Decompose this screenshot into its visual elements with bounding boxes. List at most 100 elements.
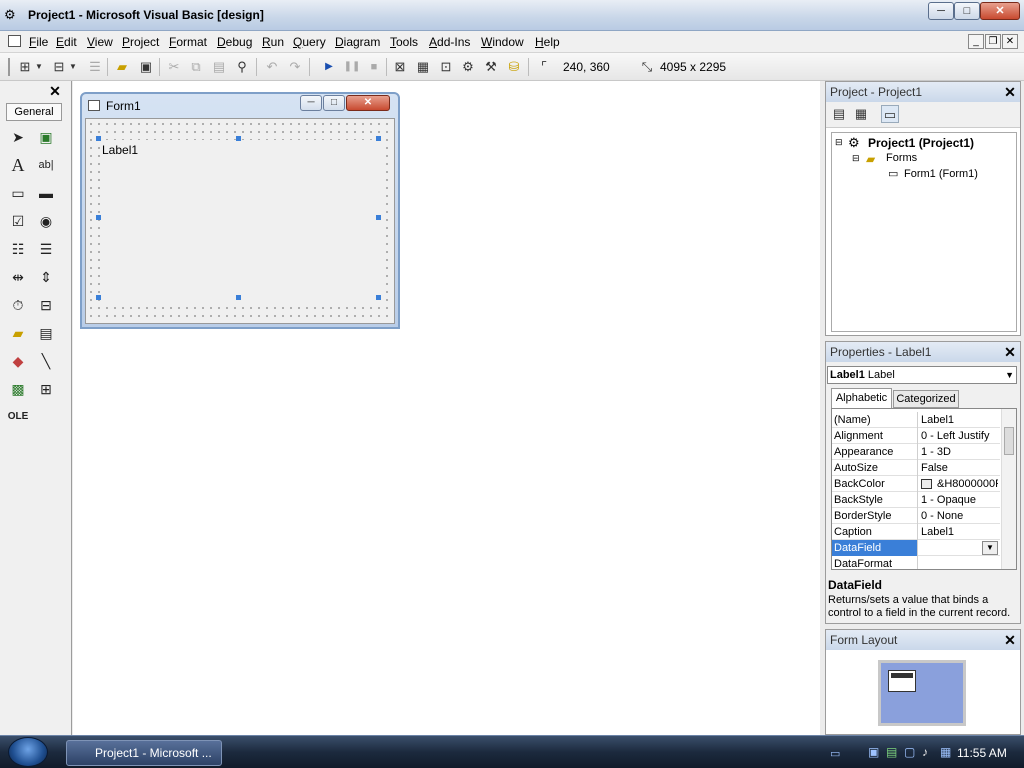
picturebox-tool-icon[interactable]: ▣ xyxy=(35,126,57,148)
mdi-close-button[interactable]: ✕ xyxy=(1002,34,1018,49)
save-project-icon[interactable]: ▣ xyxy=(137,58,155,76)
redo-icon[interactable]: ↷ xyxy=(286,58,304,76)
ole-tool-icon[interactable]: OLE xyxy=(7,406,29,428)
object-browser-icon[interactable]: ⚙ xyxy=(459,58,477,76)
close-button[interactable]: ✕ xyxy=(980,2,1020,20)
menu-debug[interactable]: Debug xyxy=(217,35,252,49)
checkbox-tool-icon[interactable]: ☑ xyxy=(7,210,29,232)
toolbar-grip[interactable] xyxy=(8,58,10,76)
find-icon[interactable]: ⚲ xyxy=(233,58,251,76)
break-icon[interactable]: ❚❚ xyxy=(343,58,361,76)
menu-file[interactable]: File xyxy=(29,35,48,49)
menu-add-ins[interactable]: Add-Ins xyxy=(429,35,470,49)
textbox-tool-icon[interactable]: ab| xyxy=(35,154,57,176)
tab-alphabetic[interactable]: Alphabetic xyxy=(831,388,892,408)
form1-designer-window[interactable]: Form1 ─ □ ✕ Label1 xyxy=(80,92,400,329)
label-tool-icon[interactable]: A xyxy=(7,154,29,176)
combobox-tool-icon[interactable]: ☷ xyxy=(7,238,29,260)
pointer-tool-icon[interactable]: ➤ xyxy=(7,126,29,148)
menu-tools[interactable]: Tools xyxy=(390,35,418,49)
listbox-tool-icon[interactable]: ☰ xyxy=(35,238,57,260)
network-icon[interactable]: ▣ xyxy=(868,745,879,759)
end-icon[interactable]: ■ xyxy=(365,58,383,76)
tree-project-node[interactable]: Project1 (Project1) xyxy=(868,136,974,150)
form-maximize-button[interactable]: □ xyxy=(323,95,345,111)
form-layout-close-button[interactable]: ✕ xyxy=(1002,632,1018,648)
add-form-icon[interactable]: ⊟ xyxy=(50,58,68,76)
properties-close-button[interactable]: ✕ xyxy=(1002,344,1018,360)
resize-handle[interactable] xyxy=(96,136,101,141)
resize-handle[interactable] xyxy=(376,215,381,220)
menu-window[interactable]: Window xyxy=(481,35,524,49)
chevron-down-icon[interactable]: ▼ xyxy=(1005,367,1014,383)
filelistbox-tool-icon[interactable]: ▤ xyxy=(35,322,57,344)
scrollbar-thumb[interactable] xyxy=(1004,427,1014,455)
resize-handle[interactable] xyxy=(236,136,241,141)
toolbox-close-button[interactable]: ✕ xyxy=(47,83,63,99)
form-minimize-button[interactable]: ─ xyxy=(300,95,322,111)
frame-tool-icon[interactable]: ▭ xyxy=(7,182,29,204)
project-explorer-icon[interactable]: ⊠ xyxy=(391,58,409,76)
property-row[interactable]: BorderStyle 0 - None xyxy=(832,508,1000,524)
tree-forms-node[interactable]: Forms xyxy=(886,152,917,164)
object-selector[interactable]: Label1 Label ▼ xyxy=(827,366,1017,384)
keyboard-icon[interactable]: ▭ xyxy=(830,747,840,760)
dirlistbox-tool-icon[interactable]: ▰ xyxy=(7,322,29,344)
label1-control[interactable]: Label1 xyxy=(100,140,383,301)
property-row[interactable]: Appearance 1 - 3D xyxy=(832,444,1000,460)
display-icon[interactable]: ▢ xyxy=(904,745,915,759)
image-tool-icon[interactable]: ▩ xyxy=(7,378,29,400)
data-view-icon[interactable]: ⛁ xyxy=(505,58,523,76)
menu-help[interactable]: Help xyxy=(535,35,560,49)
form-layout-icon[interactable]: ⊡ xyxy=(437,58,455,76)
form-position-preview[interactable] xyxy=(888,670,916,692)
property-row[interactable]: BackStyle 1 - Opaque xyxy=(832,492,1000,508)
start-icon[interactable]: ▶ xyxy=(320,58,338,76)
resize-handle[interactable] xyxy=(96,215,101,220)
property-row[interactable]: (Name) Label1 xyxy=(832,412,1000,428)
optionbutton-tool-icon[interactable]: ◉ xyxy=(35,210,57,232)
tree-collapse-icon[interactable]: ⊟ xyxy=(835,137,843,148)
hscrollbar-tool-icon[interactable]: ⇹ xyxy=(7,266,29,288)
safe-removal-icon[interactable]: ▤ xyxy=(886,745,897,759)
minimize-button[interactable]: ─ xyxy=(928,2,954,20)
property-row-selected[interactable]: DataField ▼ xyxy=(832,540,1000,556)
property-row[interactable]: AutoSize False xyxy=(832,460,1000,476)
undo-icon[interactable]: ↶ xyxy=(263,58,281,76)
menu-run[interactable]: Run xyxy=(262,35,284,49)
add-form-dropdown-icon[interactable]: ▼ xyxy=(68,58,78,76)
add-project-dropdown-icon[interactable]: ▼ xyxy=(34,58,44,76)
menu-diagram[interactable]: Diagram xyxy=(335,35,380,49)
property-row[interactable]: DataFormat xyxy=(832,556,1000,569)
chevron-down-icon[interactable]: ▼ xyxy=(982,541,998,555)
title-bar[interactable]: ⚙ Project1 - Microsoft Visual Basic [des… xyxy=(0,0,1024,31)
mdi-minimize-button[interactable]: _ xyxy=(968,34,984,49)
resize-handle[interactable] xyxy=(236,295,241,300)
toggle-folders-icon[interactable]: ▭ xyxy=(881,105,899,123)
open-project-icon[interactable]: ▰ xyxy=(113,58,131,76)
line-tool-icon[interactable]: ╲ xyxy=(35,350,57,372)
start-button[interactable] xyxy=(8,737,48,767)
resize-handle[interactable] xyxy=(96,295,101,300)
tab-categorized[interactable]: Categorized xyxy=(893,390,959,408)
cut-icon[interactable]: ✂ xyxy=(165,58,183,76)
mdi-restore-button[interactable]: ❐ xyxy=(985,34,1001,49)
clock[interactable]: 11:55 AM xyxy=(957,746,1007,760)
copy-icon[interactable]: ⧉ xyxy=(187,58,205,76)
paste-icon[interactable]: ▤ xyxy=(210,58,228,76)
menu-format[interactable]: Format xyxy=(169,35,207,49)
tree-collapse-icon[interactable]: ⊟ xyxy=(852,153,860,164)
project-explorer-close-button[interactable]: ✕ xyxy=(1002,84,1018,100)
volume-icon[interactable]: ♪ xyxy=(922,745,928,759)
add-project-icon[interactable]: ⊞ xyxy=(16,58,34,76)
properties-scrollbar[interactable] xyxy=(1001,409,1016,569)
toolbox-icon[interactable]: ⚒ xyxy=(482,58,500,76)
shape-tool-icon[interactable]: ◆ xyxy=(7,350,29,372)
menu-view[interactable]: View xyxy=(87,35,113,49)
form-canvas[interactable]: Label1 xyxy=(85,118,395,324)
data-tool-icon[interactable]: ⊞ xyxy=(35,378,57,400)
property-row[interactable]: BackColor &H8000000F xyxy=(832,476,1000,492)
timer-tool-icon[interactable]: ⏱ xyxy=(7,294,29,316)
maximize-button[interactable]: □ xyxy=(954,2,980,20)
taskbar-vb-button[interactable]: Project1 - Microsoft ... xyxy=(66,740,222,766)
